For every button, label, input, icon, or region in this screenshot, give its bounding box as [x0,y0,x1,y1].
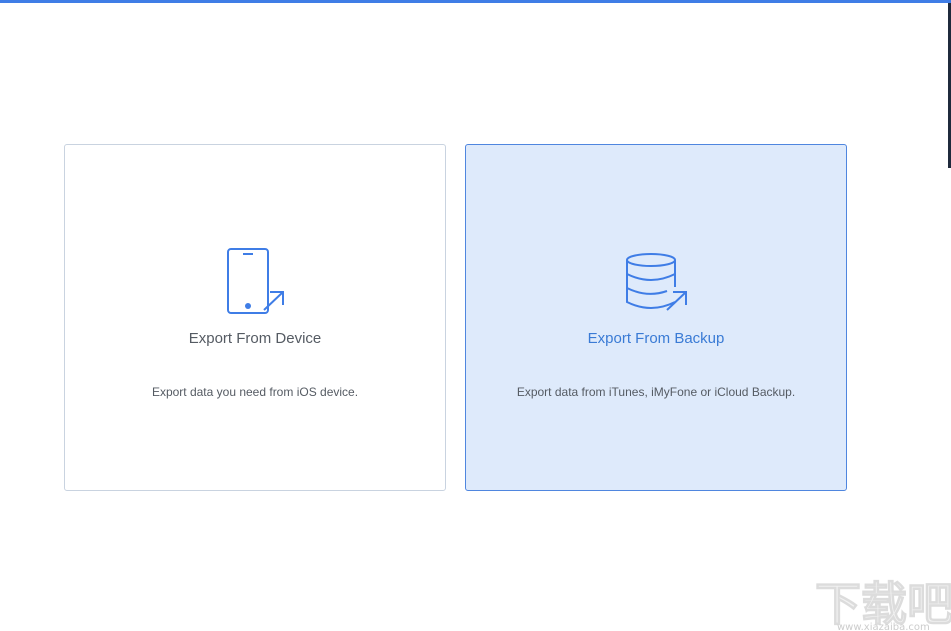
export-from-backup-card[interactable]: Export From Backup Export data from iTun… [465,144,847,491]
export-from-backup-title: Export From Backup [587,330,725,347]
export-from-device-description: Export data you need from iOS device. [151,385,359,399]
export-from-device-title: Export From Device [188,330,322,347]
phone-export-icon [227,248,284,314]
export-from-device-card[interactable]: Export From Device Export data you need … [64,144,446,491]
window-top-accent-bar [0,0,951,3]
site-watermark-logo: 下载吧 www.xiazaiba.com [815,577,951,631]
export-from-backup-description: Export data from iTunes, iMyFone or iClo… [516,385,796,399]
database-export-icon [626,253,687,311]
watermark-url: www.xiazaiba.com [837,622,930,631]
